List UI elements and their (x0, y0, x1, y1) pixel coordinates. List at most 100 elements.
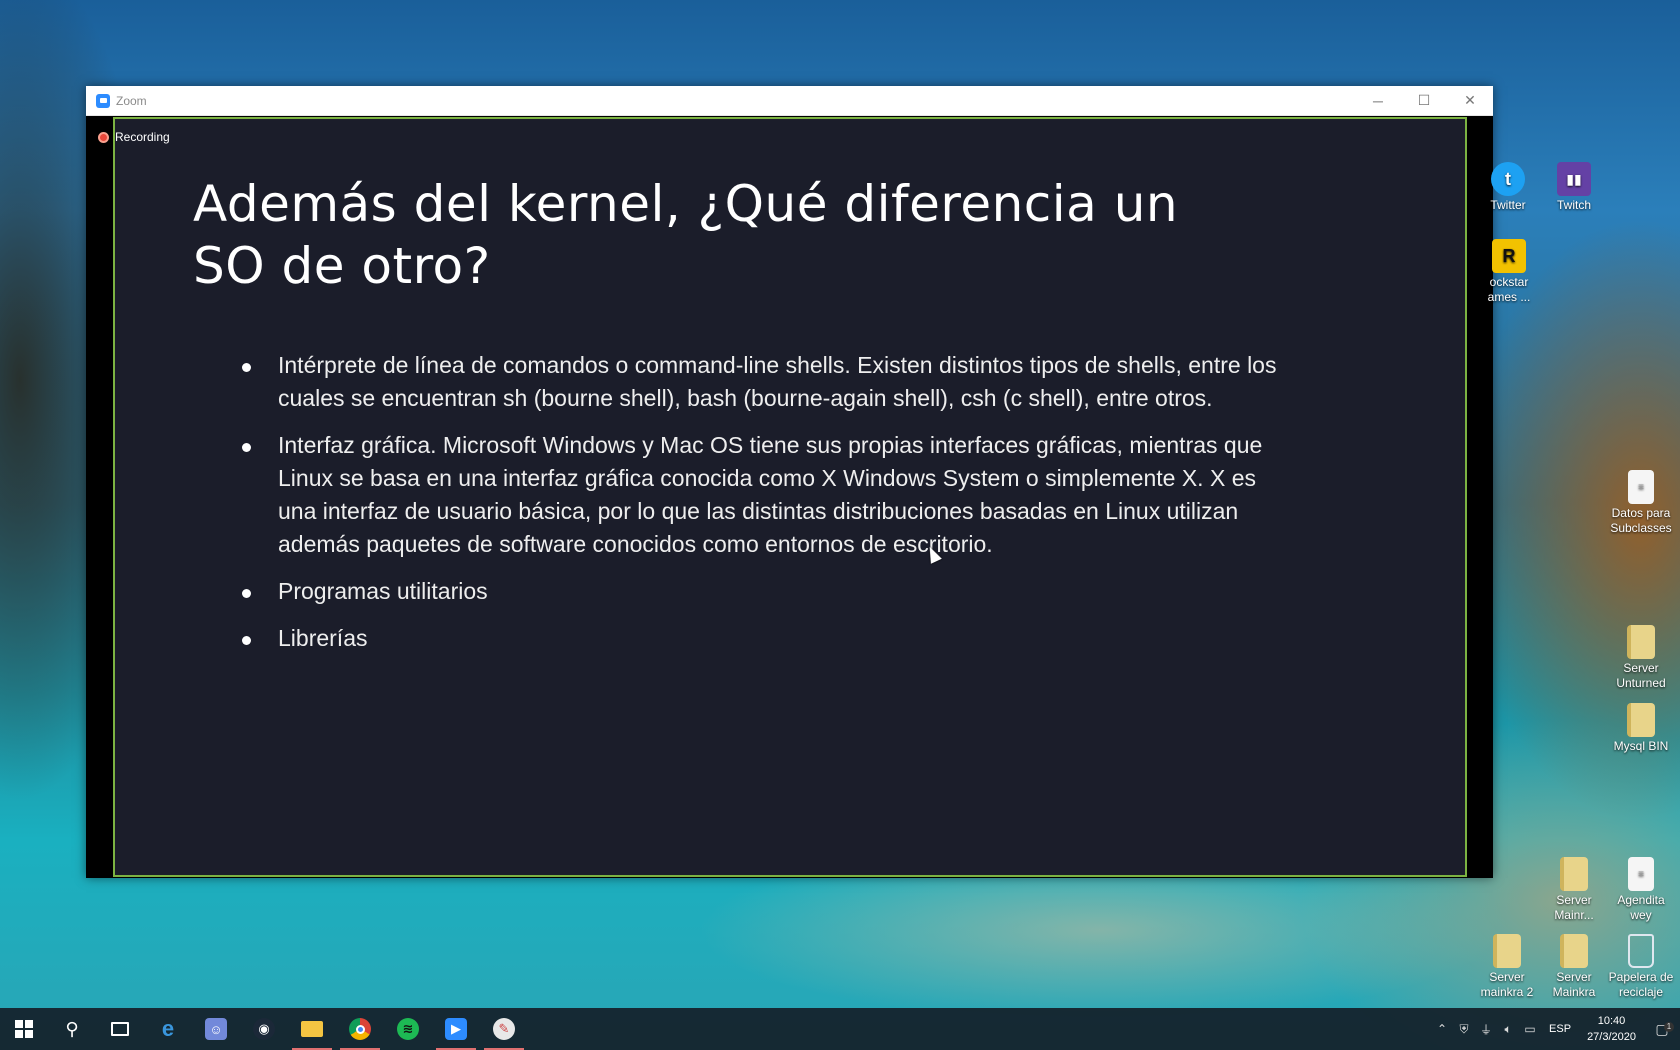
usb-device-icon[interactable]: ⏚ (1475, 1021, 1497, 1038)
spotify-icon: ≋ (397, 1018, 419, 1040)
desktop-icon-label: Server (1623, 661, 1659, 675)
taskbar: ⚲ e ☺ ◉ ≋ ▶ ✎ ⌃ ⛨ ⏚ 🔈︎ ▭ ESP 10:40 27/3/… (0, 1008, 1680, 1050)
document-icon: ≡ (1628, 857, 1654, 891)
twitch-icon: ▮▮ (1557, 162, 1591, 196)
recycle-bin-icon (1628, 934, 1654, 968)
bullet-item: Librerías (242, 622, 1292, 655)
desktop-icon-label: Unturned (1616, 676, 1666, 690)
close-button[interactable]: ✕ (1447, 86, 1493, 116)
discord-icon: ☺ (205, 1018, 227, 1040)
folder-zip-icon (1493, 934, 1521, 968)
desktop-icon-label: reciclaje (1618, 985, 1663, 999)
desktop-icon-label: ames ... (1487, 290, 1531, 304)
bullet-dot-icon (242, 636, 251, 645)
window-titlebar[interactable]: Zoom ─ ☐ ✕ (86, 86, 1493, 116)
file-explorer-icon (301, 1021, 323, 1037)
twitter-bird-icon: t (1491, 162, 1525, 196)
bullet-text: Interfaz gráfica. Microsoft Windows y Ma… (278, 432, 1263, 557)
clock-time: 10:40 (1597, 1015, 1626, 1027)
search-button[interactable]: ⚲ (48, 1008, 96, 1050)
desktop-icon-datos-para-subclasses[interactable]: ≡ Datos para Subclasses (1602, 470, 1680, 536)
folder-zip-icon (1627, 625, 1655, 659)
bullet-item: Interfaz gráfica. Microsoft Windows y Ma… (242, 429, 1292, 561)
desktop-icon-label: Server (1489, 970, 1525, 984)
desktop-icon-label: Mainr... (1554, 908, 1594, 922)
clock-date: 27/3/2020 (1587, 1031, 1636, 1043)
bullet-item: Programas utilitarios (242, 575, 1292, 608)
desktop-icon-twitch[interactable]: ▮▮ Twitch (1535, 162, 1613, 213)
steam-icon: ◉ (253, 1018, 275, 1040)
bullet-text: Librerías (278, 625, 368, 651)
window-title: Zoom (116, 93, 147, 108)
desktop-icon-label: Agendita (1617, 893, 1665, 907)
bullet-item: Intérprete de línea de comandos o comman… (242, 349, 1292, 415)
zoom-icon: ▶ (445, 1018, 467, 1040)
minimize-button[interactable]: ─ (1355, 86, 1401, 116)
zoom-app-icon (96, 93, 110, 108)
taskbar-app-zoom[interactable]: ▶ (432, 1008, 480, 1050)
desktop-icon-label: ockstar (1489, 275, 1529, 289)
desktop-icon-label: Subclasses (1610, 521, 1672, 535)
desktop-icon-label: Twitch (1556, 198, 1591, 212)
taskbar-app-steam[interactable]: ◉ (240, 1008, 288, 1050)
record-icon (98, 131, 109, 143)
show-hidden-icons-chevron-icon[interactable]: ⌃ (1431, 1022, 1453, 1036)
slide-title-line1: Además del kernel, ¿Qué diferencia un (193, 175, 1179, 233)
rockstar-icon: R (1492, 239, 1526, 273)
windows-start-icon (15, 1020, 33, 1038)
paint-icon: ✎ (493, 1018, 515, 1040)
slide-title: Además del kernel, ¿Qué diferencia un SO… (193, 173, 1253, 297)
system-clock[interactable]: 10:40 27/3/2020 (1587, 1013, 1636, 1045)
taskbar-app-file-explorer[interactable] (288, 1008, 336, 1050)
taskbar-app-paint[interactable]: ✎ (480, 1008, 528, 1050)
task-view-button[interactable] (96, 1008, 144, 1050)
document-icon: ≡ (1628, 470, 1654, 504)
desktop-icon-mysql-bin[interactable]: Mysql BIN (1602, 703, 1680, 754)
window-controls: ─ ☐ ✕ (1355, 86, 1493, 116)
desktop-icon-label: Twitter (1490, 198, 1526, 212)
folder-shortcut-icon (1627, 703, 1655, 737)
desktop-icon-rockstar[interactable]: R ockstar ames ... (1470, 239, 1548, 305)
desktop-icon-label: Server (1556, 970, 1592, 984)
folder-zip-icon (1560, 934, 1588, 968)
volume-icon[interactable]: 🔈︎ (1497, 1022, 1519, 1037)
action-center-button[interactable]: ▢ 1 (1644, 1021, 1680, 1038)
bullet-dot-icon (242, 589, 251, 598)
recording-label: Recording (115, 130, 170, 144)
bullet-text: Programas utilitarios (278, 578, 488, 604)
desktop-icon-label: Server (1556, 893, 1592, 907)
bullet-dot-icon (242, 443, 251, 452)
desktop-icon-server-unturned[interactable]: Server Unturned (1602, 625, 1680, 691)
desktop-icon-label: Papelera de (1608, 970, 1674, 984)
search-icon: ⚲ (65, 1018, 79, 1039)
screen-share-area[interactable]: Recording Además del kernel, ¿Qué difere… (86, 116, 1493, 878)
network-icon[interactable]: ▭ (1519, 1022, 1541, 1036)
start-button[interactable] (0, 1008, 48, 1050)
desktop-icon-label: mainkra 2 (1480, 985, 1534, 999)
slide-bullet-list: Intérprete de línea de comandos o comman… (242, 349, 1292, 669)
bullet-text: Intérprete de línea de comandos o comman… (278, 352, 1277, 411)
system-tray: ⌃ ⛨ ⏚ 🔈︎ ▭ ESP 10:40 27/3/2020 ▢ 1 (1431, 1008, 1680, 1050)
taskbar-app-chrome[interactable] (336, 1008, 384, 1050)
desktop-icon-label: Datos para (1611, 506, 1671, 520)
folder-zip-icon (1560, 857, 1588, 891)
slide-title-line2: SO de otro? (193, 237, 491, 295)
task-view-icon (111, 1022, 129, 1036)
desktop-icon-recycle-bin[interactable]: Papelera de reciclaje (1602, 934, 1680, 1000)
notification-count: 1 (1664, 1021, 1674, 1032)
security-shield-icon[interactable]: ⛨ (1453, 1022, 1475, 1037)
taskbar-app-edge[interactable]: e (144, 1008, 192, 1050)
edge-icon: e (161, 1016, 175, 1041)
input-language[interactable]: ESP (1549, 1023, 1571, 1035)
chrome-icon (349, 1018, 371, 1040)
zoom-window[interactable]: Zoom ─ ☐ ✕ Recording Además del kernel, … (86, 86, 1493, 878)
recording-indicator[interactable]: Recording (98, 130, 170, 144)
desktop-icon-agendita-wey[interactable]: ≡ Agendita wey (1602, 857, 1680, 923)
taskbar-app-discord[interactable]: ☺ (192, 1008, 240, 1050)
maximize-button[interactable]: ☐ (1401, 86, 1447, 116)
desktop-icon-label: Mainkra (1552, 985, 1596, 999)
taskbar-app-spotify[interactable]: ≋ (384, 1008, 432, 1050)
presentation-slide: Además del kernel, ¿Qué diferencia un SO… (113, 117, 1467, 877)
desktop-icon-label: Mysql BIN (1613, 739, 1669, 753)
desktop-icon-label: wey (1630, 908, 1652, 922)
